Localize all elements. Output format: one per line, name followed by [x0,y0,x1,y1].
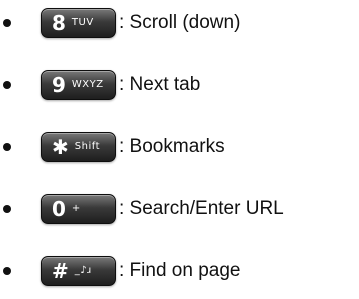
key-star-shift-button: ✱ Shift [41,132,116,162]
hash-icon: # [52,259,69,283]
bullet-icon [3,143,11,151]
list-item: 8 TUV : Scroll (down) [0,6,359,40]
key-main-label: 9 [52,73,66,97]
key-sub-label: Shift [74,141,100,152]
bullet-icon [3,19,11,27]
shortcut-label: : Next tab [119,74,201,95]
vibrate-space-icon: _♪ɹ [74,265,92,276]
list-item: 0 + : Search/Enter URL [0,192,359,226]
bullet-icon [3,81,11,89]
key-main-label: 0 [52,197,66,221]
key-sub-label: + [71,203,81,214]
key-8-tuv-button: 8 TUV [41,8,116,38]
shortcut-list: 8 TUV : Scroll (down) 9 WXYZ : Next tab … [0,0,359,299]
list-item: 9 WXYZ : Next tab [0,68,359,102]
list-item: ✱ Shift : Bookmarks [0,130,359,164]
shortcut-label: : Find on page [119,260,241,281]
key-hash-button: # _♪ɹ [41,256,116,286]
key-sub-label: TUV [71,17,94,28]
bullet-icon [3,205,11,213]
key-main-label: 8 [52,11,66,35]
key-sub-label: WXYZ [71,79,104,90]
list-item: # _♪ɹ : Find on page [0,254,359,288]
shortcut-label: : Bookmarks [119,136,225,157]
bullet-icon [3,267,11,275]
asterisk-icon: ✱ [52,135,69,159]
key-9-wxyz-button: 9 WXYZ [41,70,116,100]
key-0-plus-button: 0 + [41,194,116,224]
shortcut-label: : Scroll (down) [119,12,241,33]
shortcut-label: : Search/Enter URL [119,198,284,219]
